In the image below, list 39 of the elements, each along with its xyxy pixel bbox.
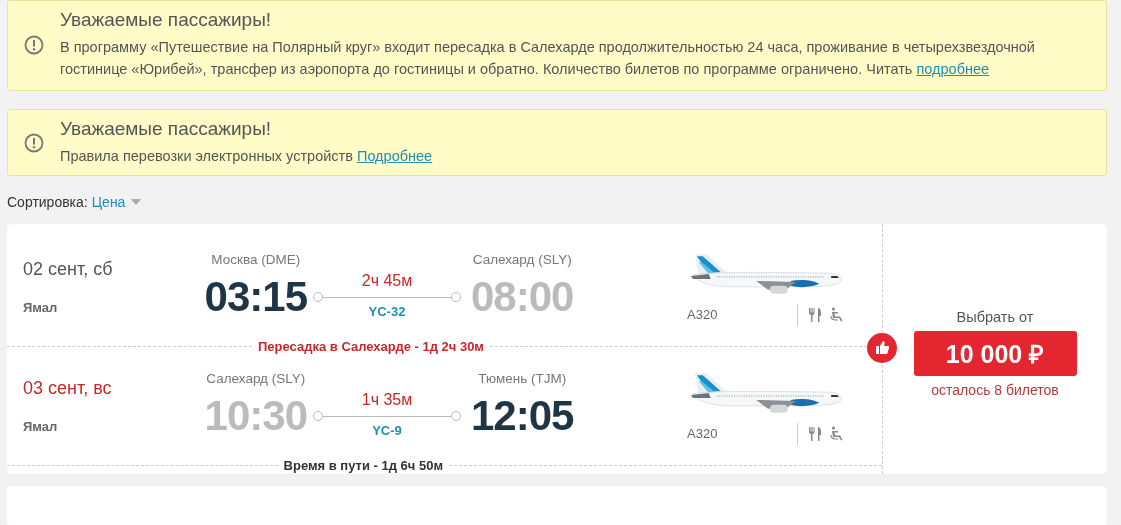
arrival-city: Салехард (SLY) [472,252,572,267]
arrival-city: Тюмень (TJM) [478,371,567,386]
sort-dropdown[interactable]: Цена [91,194,142,210]
departure-time: 03:15 [204,273,307,321]
notice-text: Правила перевозки электронных устройств Подробнее [60,147,433,166]
flight-number: YC-32 [367,304,407,319]
notice-title: Уважаемые пассажиры! [60,118,273,140]
more-link[interactable]: Подробнее [356,148,433,164]
caret-icon [131,199,142,205]
transfer-info: Пересадка в Салехарде - 1д 2ч 30м [258,338,484,354]
flight-date: 03 сент, вс [23,377,113,399]
warning-icon [24,132,44,153]
aircraft-model: A320 [687,425,719,441]
flight-date: 02 сент, сб [23,258,114,280]
fork-knife-icon [808,307,822,322]
price-label: Выбрать от [956,308,1034,325]
flight-duration: 2ч 45м [360,272,414,290]
departure-city: Салехард (SLY) [206,371,306,386]
flight-duration: 1ч 35м [360,391,414,409]
departure-city: Москва (DME) [211,252,301,267]
thumbs-up-icon [867,333,897,363]
seat-icon [830,307,844,322]
total-travel-time: Время в пути - 1д 6ч 50м [283,457,444,473]
arrival-time: 08:00 [471,273,574,321]
arrival-time: 12:05 [471,392,574,440]
seat-icon [830,426,844,441]
warning-icon [24,34,44,55]
more-link[interactable]: подробнее [916,61,990,77]
aircraft-model: A320 [687,306,719,322]
notice-title: Уважаемые пассажиры! [60,9,273,31]
departure-time: 10:30 [204,392,307,440]
airline-name: Ямал [23,418,59,434]
airline-name: Ямал [23,299,59,315]
flight-number: YC-9 [371,423,403,438]
seats-left: осталось 8 билетов [931,381,1059,398]
price-button[interactable]: 10 000 ₽ [913,330,1077,376]
fork-knife-icon [808,426,822,441]
sort-label: Сортировка: [7,194,88,210]
notice-text: В программу «Путешествие на Полярный круг» входит пересадка в Салехарде продолжительностью 24 часа, проживание в четырехзвездочной гостинице «Юрибей», трансфер из аэропорта до гостиницы и обратно. Количество билетов по программе ограничено. Читать подробнее [60,38,1036,79]
